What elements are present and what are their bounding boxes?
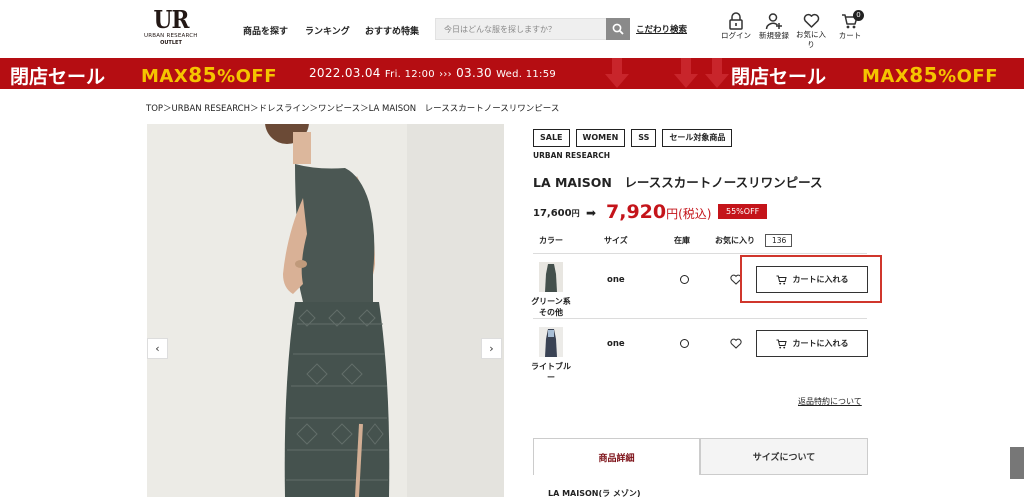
register-button[interactable]: 新規登録: [755, 12, 793, 41]
tab-size-info[interactable]: サイズについて: [700, 438, 868, 475]
tag-sale[interactable]: SALE: [533, 129, 570, 147]
model-photo: [147, 124, 504, 497]
site-logo[interactable]: UR URBAN RESEARCH OUTLET: [144, 5, 197, 48]
search-box: [435, 18, 630, 40]
banner-max-number: 85: [188, 63, 218, 87]
product-title: LA MAISON レーススカートノースリワンピース: [533, 175, 823, 190]
variant-color: グリーン系その他: [531, 297, 571, 317]
original-price-yen: 円: [571, 209, 580, 218]
banner-start-time: Fri. 12:00: [384, 69, 435, 80]
sale-price-suffix: 円(税込): [666, 207, 712, 221]
logo-line-2: OUTLET: [160, 40, 182, 46]
product-tags: SALE WOMEN SS セール対象商品: [533, 129, 733, 147]
header-size: サイズ: [604, 236, 628, 245]
return-policy-link[interactable]: 返品特約について: [798, 396, 862, 407]
logo-mark: UR: [153, 5, 190, 34]
variant-size: one: [607, 339, 625, 349]
sale-price: 7,920円(税込): [606, 201, 711, 223]
discount-badge: 55%OFF: [718, 204, 768, 219]
site-header: UR URBAN RESEARCH OUTLET 商品を探す ランキング おすす…: [0, 0, 1024, 56]
tag-women[interactable]: WOMEN: [575, 129, 626, 147]
chevron-left-icon: ‹: [155, 342, 160, 355]
nav-item-features[interactable]: おすすめ特集: [365, 24, 419, 37]
arrow-right-icon: ➡: [586, 206, 597, 220]
divider: [533, 253, 867, 254]
image-prev-button[interactable]: ‹: [147, 338, 168, 359]
down-arrow-icon: [605, 58, 629, 88]
banner-discount-right: MAX85%OFF: [862, 63, 998, 87]
scroll-to-top-button[interactable]: [1010, 447, 1024, 479]
banner-title-left: 閉店セール: [10, 66, 106, 88]
cart-count-badge: 0: [853, 10, 864, 21]
banner-max-suffix: %OFF: [217, 66, 278, 87]
tag-sale-target[interactable]: セール対象商品: [662, 129, 733, 147]
variant-thumbnail[interactable]: [539, 262, 563, 292]
original-price-value: 17,600: [533, 208, 572, 219]
heart-icon: [803, 13, 819, 28]
header-favorite: お気に入り: [715, 236, 755, 245]
closing-sale-banner[interactable]: 閉店セール MAX85%OFF 2022.03.04 Fri. 12:00 ››…: [0, 58, 1024, 89]
image-next-button[interactable]: ›: [481, 338, 502, 359]
product-brand[interactable]: URBAN RESEARCH: [533, 151, 610, 160]
search-input[interactable]: [436, 19, 607, 39]
cart-label: カート: [838, 31, 862, 40]
banner-period: 2022.03.04 Fri. 12:00 ››› 03.30 Wed. 11:…: [309, 66, 556, 80]
search-icon: [612, 23, 624, 35]
variant-thumbnail[interactable]: [539, 327, 563, 357]
search-button[interactable]: [606, 18, 630, 40]
favorites-label: お気に入り: [796, 30, 826, 49]
banner-arrows: ›››: [439, 69, 452, 80]
banner-discount-left: MAX85%OFF: [141, 63, 277, 87]
add-to-cart-button[interactable]: カートに入れる: [756, 330, 868, 357]
highlight-box: [740, 255, 882, 303]
variant-thumbnail-image: [539, 327, 563, 357]
cart-icon: [776, 339, 787, 348]
variant-size: one: [607, 275, 625, 285]
favorite-count: 136: [765, 234, 793, 247]
user-add-icon: [765, 13, 782, 30]
banner-max-number: 85: [909, 63, 939, 87]
banner-max-suffix: %OFF: [938, 66, 999, 87]
original-price: 17,600円: [533, 208, 580, 219]
detail-search-link[interactable]: こだわり検索: [636, 23, 687, 35]
variant-thumbnail-image: [539, 262, 563, 292]
header-color: カラー: [539, 236, 563, 245]
favorites-button[interactable]: お気に入り: [793, 12, 829, 50]
lock-icon: [729, 12, 743, 30]
down-arrow-icon: [674, 58, 698, 88]
chevron-right-icon: ›: [489, 342, 494, 355]
product-image[interactable]: [147, 124, 504, 497]
stock-available-icon: [680, 275, 689, 284]
banner-title-right: 閉店セール: [731, 66, 827, 88]
product-detail-text: LA MAISON(ラ メゾン): [548, 489, 641, 497]
add-to-cart-label: カートに入れる: [792, 339, 849, 348]
cart-button[interactable]: 0 カート: [831, 10, 869, 41]
favorite-heart-icon[interactable]: [730, 338, 742, 349]
nav-item-ranking[interactable]: ランキング: [305, 24, 350, 37]
nav-item-browse[interactable]: 商品を探す: [243, 24, 288, 37]
variant-color: ライトブルー: [531, 362, 571, 382]
banner-max-label: MAX: [862, 66, 910, 87]
stock-available-icon: [680, 339, 689, 348]
breadcrumb[interactable]: TOP＞URBAN RESEARCH＞ドレスライン＞ワンピース＞LA MAISO…: [146, 102, 559, 114]
banner-end-date: 03.30: [456, 66, 492, 80]
sale-price-value: 7,920: [606, 201, 667, 223]
down-arrow-icon: [705, 58, 729, 88]
divider: [533, 318, 867, 319]
login-label: ログイン: [721, 31, 751, 40]
register-label: 新規登録: [759, 31, 789, 40]
banner-start-date: 2022.03.04: [309, 66, 381, 80]
tag-season[interactable]: SS: [631, 129, 657, 147]
login-button[interactable]: ログイン: [717, 12, 755, 41]
tab-product-details[interactable]: 商品詳細: [533, 438, 700, 475]
banner-max-label: MAX: [141, 66, 189, 87]
header-stock: 在庫: [674, 236, 690, 245]
banner-end-time: Wed. 11:59: [496, 69, 557, 80]
